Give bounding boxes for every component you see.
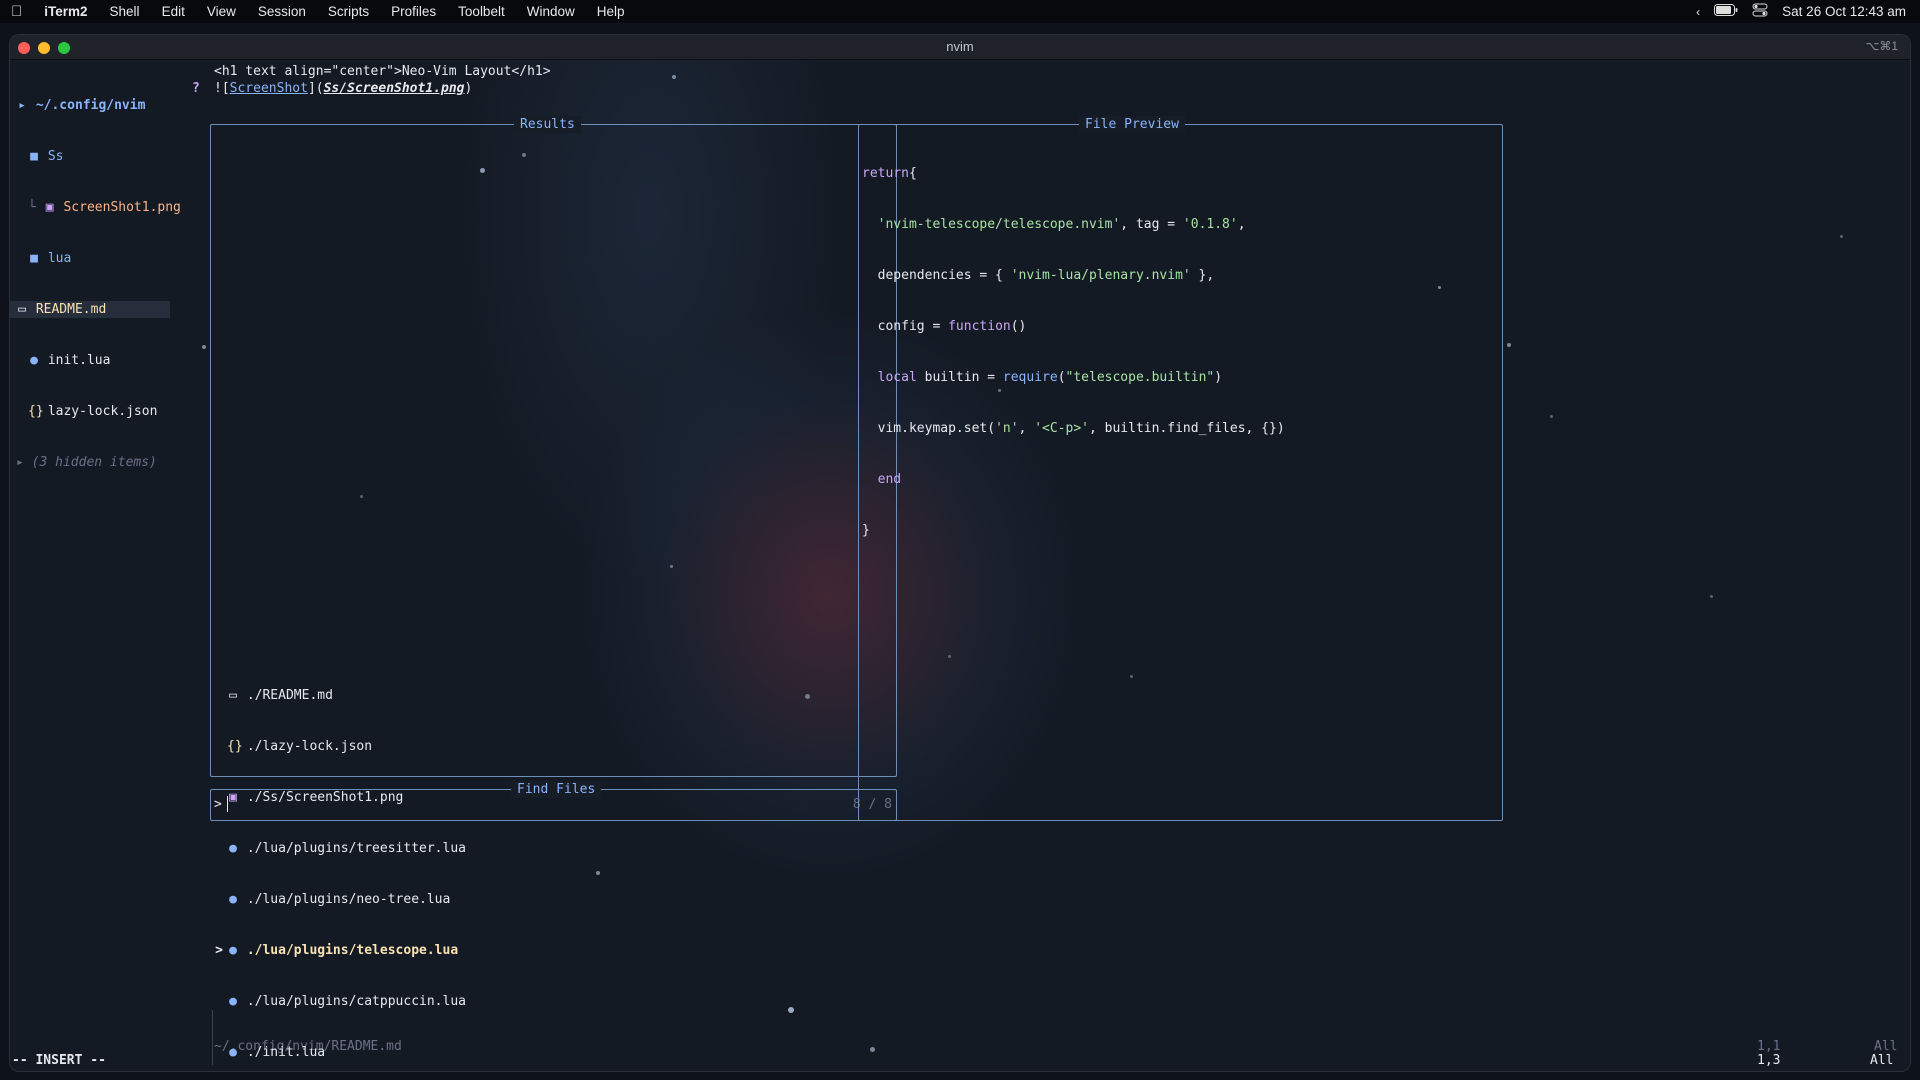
json-icon: {} bbox=[28, 404, 44, 419]
code-line: return{ bbox=[862, 166, 917, 181]
editor-line-1[interactable]: <h1 text align="center">Neo-Vim Layout</… bbox=[214, 63, 551, 80]
battery-icon[interactable] bbox=[1714, 4, 1738, 19]
window-title: nvim bbox=[946, 39, 974, 54]
menu-bar:  iTerm2 Shell Edit View Session Scripts… bbox=[0, 0, 1920, 23]
code-line: vim.keymap.set('n', '<C-p>', builtin.fin… bbox=[877, 421, 1285, 436]
lua-icon: ● bbox=[30, 353, 38, 368]
result-item[interactable]: ● ./init.lua bbox=[211, 1044, 891, 1061]
lua-icon: ● bbox=[229, 943, 237, 958]
preview-panel: File Preview return{ 'nvim-telescope/tel… bbox=[858, 116, 1503, 821]
result-item[interactable]: ● ./lua/plugins/catppuccin.lua bbox=[211, 993, 891, 1010]
prompt-title: Find Files bbox=[511, 781, 602, 798]
menu-help[interactable]: Help bbox=[586, 4, 636, 19]
cursor-position: 1,3 bbox=[1757, 1053, 1781, 1068]
tree-root[interactable]: ▸ ~/.config/nvim bbox=[10, 97, 170, 114]
result-item[interactable]: ● ./lua/plugins/neo-tree.lua bbox=[211, 891, 891, 908]
tree-hidden-items[interactable]: ▸ (3 hidden items) bbox=[10, 454, 170, 471]
code-line: end bbox=[877, 472, 902, 487]
apple-icon[interactable]:  bbox=[0, 3, 33, 20]
lua-icon: ● bbox=[229, 892, 237, 907]
menu-session[interactable]: Session bbox=[247, 4, 317, 19]
window-shortcut: ⌥⌘1 bbox=[1865, 39, 1898, 53]
title-bar: nvim ⌥⌘1 bbox=[10, 35, 1910, 60]
menu-toolbelt[interactable]: Toolbelt bbox=[447, 4, 516, 19]
editor-line-2[interactable]: ![ScreenShot](Ss/ScreenShot1.png) bbox=[214, 80, 472, 97]
markdown-icon: ▭ bbox=[18, 302, 26, 317]
menu-clock[interactable]: Sat 26 Oct 12:43 am bbox=[1782, 4, 1906, 19]
prompt-symbol: > bbox=[214, 797, 222, 812]
result-item[interactable]: {} ./lazy-lock.json bbox=[211, 738, 891, 755]
chevron-left-icon[interactable]: ‹ bbox=[1696, 5, 1700, 19]
tree-item-init-lua[interactable]: ● init.lua bbox=[10, 352, 170, 369]
menu-profiles[interactable]: Profiles bbox=[380, 4, 447, 19]
menu-window[interactable]: Window bbox=[516, 4, 586, 19]
control-center-icon[interactable] bbox=[1752, 3, 1768, 20]
code-line: dependencies = { 'nvim-lua/plenary.nvim'… bbox=[877, 268, 1215, 283]
results-title: Results bbox=[514, 116, 581, 133]
lua-icon: ● bbox=[229, 841, 237, 856]
result-item[interactable]: ● ./lua/plugins/treesitter.lua bbox=[211, 840, 891, 857]
results-list: ▭ ./README.md {} ./lazy-lock.json ▣ ./Ss… bbox=[211, 653, 891, 1071]
iterm-window: nvim ⌥⌘1 ▸ ~/.config/nvim ■ Ss └ ▣ Scree… bbox=[10, 35, 1910, 1071]
result-item-selected[interactable]: > ● ./lua/plugins/telescope.lua bbox=[211, 942, 891, 959]
menu-edit[interactable]: Edit bbox=[151, 4, 196, 19]
lua-icon: ● bbox=[229, 1045, 237, 1060]
file-tree: ▸ ~/.config/nvim ■ Ss └ ▣ ScreenShot1.pn… bbox=[10, 63, 181, 505]
menu-view[interactable]: View bbox=[196, 4, 247, 19]
menu-scripts[interactable]: Scripts bbox=[317, 4, 380, 19]
prompt-panel: Find Files > 8 / 8 bbox=[210, 781, 897, 821]
tree-item-screenshot[interactable]: └ ▣ ScreenShot1.png bbox=[10, 199, 181, 216]
mode-indicator: -- INSERT -- bbox=[12, 1053, 106, 1068]
scroll-position: All bbox=[1870, 1053, 1894, 1068]
tree-item-readme[interactable]: ▭ README.md bbox=[10, 301, 170, 318]
code-line: config = function() bbox=[877, 319, 1027, 334]
image-icon: ▣ bbox=[45, 200, 54, 215]
tree-item-lazy-lock[interactable]: {} lazy-lock.json bbox=[10, 403, 170, 420]
search-input[interactable] bbox=[227, 796, 228, 812]
result-item[interactable]: ▭ ./README.md bbox=[211, 687, 891, 704]
menu-app-name[interactable]: iTerm2 bbox=[33, 4, 98, 19]
tree-item-ss[interactable]: ■ Ss bbox=[10, 148, 170, 165]
json-icon: {} bbox=[227, 739, 243, 754]
lua-icon: ● bbox=[229, 994, 237, 1009]
tree-item-lua[interactable]: ■ lua bbox=[10, 250, 170, 267]
help-icon: ? bbox=[192, 81, 200, 96]
menu-shell[interactable]: Shell bbox=[99, 4, 151, 19]
code-line: local builtin = require("telescope.built… bbox=[877, 370, 1223, 385]
selection-caret: > bbox=[215, 943, 223, 958]
folder-open-icon: ▸ bbox=[18, 98, 26, 113]
code-line: 'nvim-telescope/telescope.nvim', tag = '… bbox=[877, 217, 1246, 232]
code-line: } bbox=[862, 523, 870, 538]
folder-icon: ■ bbox=[30, 251, 38, 266]
preview-code: return{ 'nvim-telescope/telescope.nvim',… bbox=[862, 131, 1285, 573]
folder-icon: ■ bbox=[30, 149, 38, 164]
results-panel: Results ▭ ./README.md {} ./lazy-lock.jso… bbox=[210, 116, 897, 1060]
markdown-icon: ▭ bbox=[229, 688, 237, 703]
